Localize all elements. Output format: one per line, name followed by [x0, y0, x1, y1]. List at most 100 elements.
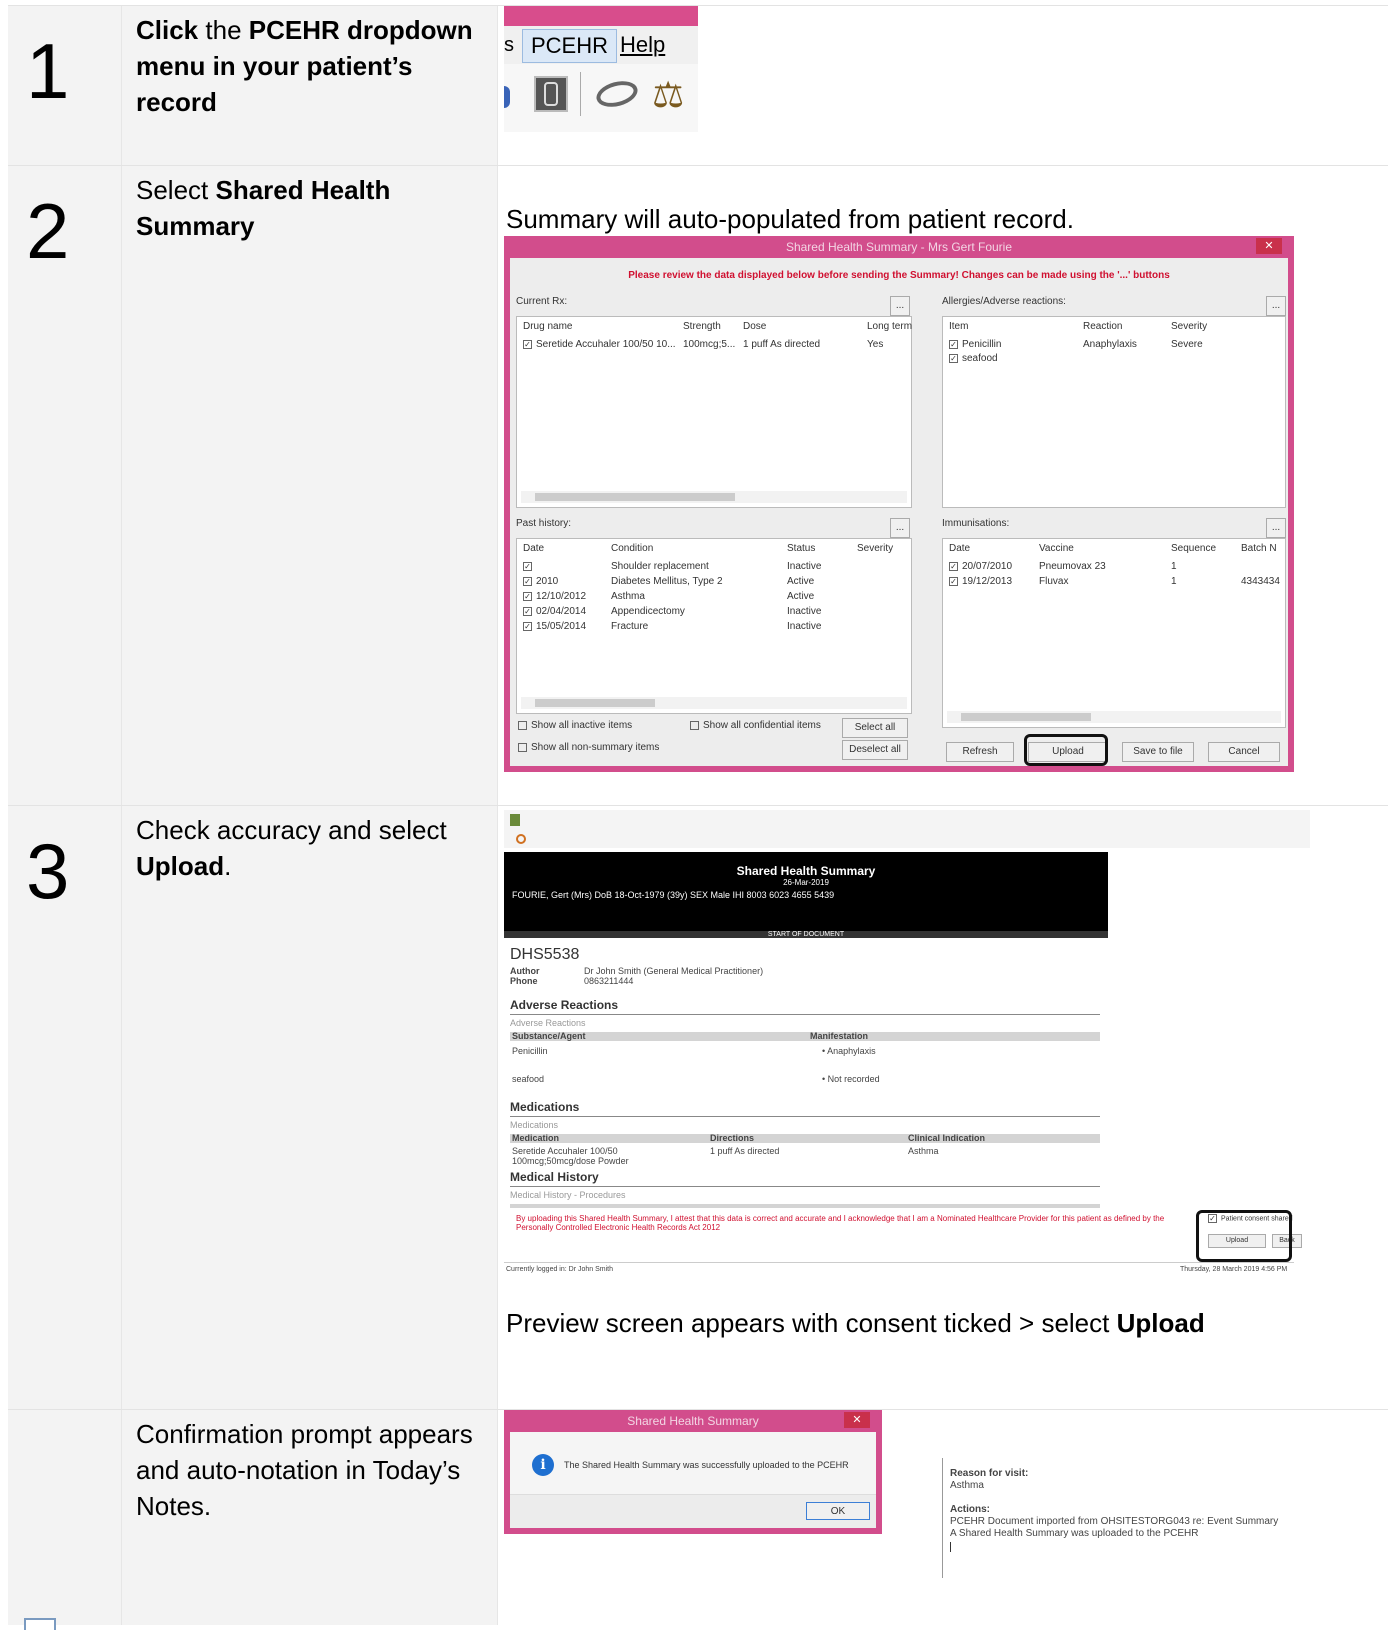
cell-date: 19/12/2013: [962, 576, 1013, 587]
phone-label: Phone: [510, 976, 538, 986]
phone-value: 0863211444: [584, 976, 634, 986]
deselect-all-button[interactable]: Deselect all: [842, 740, 908, 760]
checkbox[interactable]: ✓: [523, 591, 532, 601]
print-icon[interactable]: [510, 814, 520, 826]
table-row[interactable]: ✓ 02/04/2014: [523, 606, 586, 617]
cell-date: 20/07/2010: [962, 561, 1013, 572]
option-show-confidential[interactable]: Show all confidential items: [690, 720, 821, 731]
cell-status: Inactive: [787, 606, 822, 617]
column-header[interactable]: Drug name: [523, 321, 572, 332]
scrollbar[interactable]: [947, 711, 1281, 723]
checkbox[interactable]: ✓: [523, 576, 532, 586]
table-row[interactable]: ✓ Penicillin: [949, 339, 1001, 350]
cell-severity: Severe: [1171, 339, 1203, 350]
refresh-button[interactable]: Refresh: [946, 742, 1014, 762]
adverse-heading: Adverse Reactions: [510, 998, 619, 1012]
option-show-inactive[interactable]: Show all inactive items: [518, 720, 632, 731]
document-id: DHS5538: [510, 946, 580, 963]
checkbox[interactable]: ✓: [949, 576, 958, 586]
table-row[interactable]: ✓ 19/12/2013: [949, 576, 1012, 587]
cell-vaccine: Pneumovax 23: [1039, 561, 1106, 572]
column-header[interactable]: Item: [949, 321, 968, 332]
ok-button[interactable]: OK: [806, 1502, 870, 1520]
table-row[interactable]: ✓: [523, 561, 536, 572]
column-header[interactable]: Severity: [857, 543, 893, 554]
cell-sequence: 1: [1171, 576, 1177, 587]
banner-title: Shared Health Summary: [736, 864, 876, 878]
column-header[interactable]: Sequence: [1171, 543, 1216, 554]
text-cursor: [950, 1542, 951, 1552]
history-subheading: Medical History - Procedures: [510, 1190, 626, 1200]
cell-date: 12/10/2012: [536, 591, 587, 602]
column-header[interactable]: Date: [949, 543, 970, 554]
edit-immunisations-button[interactable]: ...: [1266, 518, 1286, 538]
start-of-document: START OF DOCUMENT: [504, 931, 1108, 938]
column-header[interactable]: Date: [523, 543, 544, 554]
edit-allergies-button[interactable]: ...: [1266, 296, 1286, 316]
menu-help[interactable]: Help: [620, 32, 665, 58]
option-show-non-summary[interactable]: Show all non-summary items: [518, 742, 659, 753]
reason-label: Reason for visit:: [950, 1468, 1029, 1479]
table-cell: • Anaphylaxis: [822, 1046, 876, 1056]
checkbox[interactable]: ✓: [523, 339, 532, 349]
highlight-upload: [1196, 1210, 1292, 1262]
step-media: s PCEHR Help ⚖: [498, 6, 1388, 165]
adverse-subheading: Adverse Reactions: [510, 1018, 586, 1028]
column-header[interactable]: Condition: [611, 543, 653, 554]
cell-strength: 100mcg;5...: [683, 339, 736, 350]
table-row[interactable]: ✓ 20/07/2010: [949, 561, 1012, 572]
step-text: the: [198, 15, 249, 45]
preview-banner: Shared Health Summary 26-Mar-2019 FOURIE…: [504, 852, 1108, 938]
xray-icon[interactable]: [534, 76, 568, 112]
cancel-button[interactable]: Cancel: [1208, 742, 1280, 762]
select-all-button[interactable]: Select all: [842, 718, 908, 738]
column-header[interactable]: Vaccine: [1039, 543, 1074, 554]
checkbox[interactable]: ✓: [949, 353, 958, 363]
current-rx-panel: Drug name Strength Dose Long term ✓ Seret…: [516, 316, 912, 508]
blue-shape-icon: [504, 86, 510, 108]
cell-status: Active: [787, 576, 815, 587]
table-row[interactable]: ✓ seafood: [949, 353, 998, 364]
table-cell: Asthma: [908, 1146, 939, 1156]
step-description: Click the PCEHR dropdown menu in your pa…: [122, 6, 498, 165]
scales-icon[interactable]: ⚖: [652, 74, 692, 116]
checkbox[interactable]: ✓: [523, 606, 532, 616]
close-icon[interactable]: ✕: [844, 1412, 870, 1428]
footer-right: Thursday, 28 March 2019 4:56 PM: [1180, 1266, 1288, 1273]
save-icon[interactable]: [516, 834, 526, 844]
table-cell: • Not recorded: [822, 1074, 880, 1084]
stethoscope-icon[interactable]: [593, 76, 641, 112]
edit-history-button[interactable]: ...: [890, 518, 910, 538]
column-header[interactable]: Status: [787, 543, 815, 554]
checkbox[interactable]: ✓: [523, 561, 532, 571]
scrollbar[interactable]: [521, 697, 907, 709]
step-row-2: 2 Select Shared Health Summary Summary w…: [8, 165, 1388, 805]
column-header: Manifestation: [810, 1031, 869, 1041]
checkbox[interactable]: ✓: [949, 339, 958, 349]
immunisations-panel: Date Vaccine Sequence Batch N ✓ 20/07/201…: [942, 538, 1286, 728]
cell-condition: Diabetes Mellitus, Type 2: [611, 576, 723, 587]
column-header[interactable]: Reaction: [1083, 321, 1122, 332]
checkbox[interactable]: ✓: [949, 561, 958, 571]
column-header[interactable]: Strength: [683, 321, 721, 332]
column-header[interactable]: Dose: [743, 321, 766, 332]
save-to-file-button[interactable]: Save to file: [1122, 742, 1194, 762]
checkbox[interactable]: ✓: [523, 621, 532, 631]
close-icon[interactable]: ✕: [1256, 238, 1282, 254]
table-row[interactable]: ✓ 12/10/2012: [523, 591, 586, 602]
table-row[interactable]: ✓ Seretide Accuhaler 100/50 10...: [523, 339, 676, 350]
column-header[interactable]: Severity: [1171, 321, 1207, 332]
table-row[interactable]: ✓ 15/05/2014: [523, 621, 586, 632]
edit-rx-button[interactable]: ...: [890, 296, 910, 316]
info-icon: i: [532, 1454, 554, 1476]
menu-item-partial: s: [504, 34, 514, 56]
author-label: Author: [510, 966, 540, 976]
column-header[interactable]: Batch N: [1241, 543, 1277, 554]
scrollbar[interactable]: [521, 491, 907, 503]
menu-bar: s PCEHR Help: [504, 26, 698, 64]
cell-longterm: Yes: [867, 339, 884, 350]
table-row[interactable]: ✓ 2010: [523, 576, 558, 587]
column-header[interactable]: Long term: [867, 321, 912, 332]
step-number: 2: [26, 187, 70, 275]
menu-pcehr[interactable]: PCEHR: [522, 29, 618, 63]
